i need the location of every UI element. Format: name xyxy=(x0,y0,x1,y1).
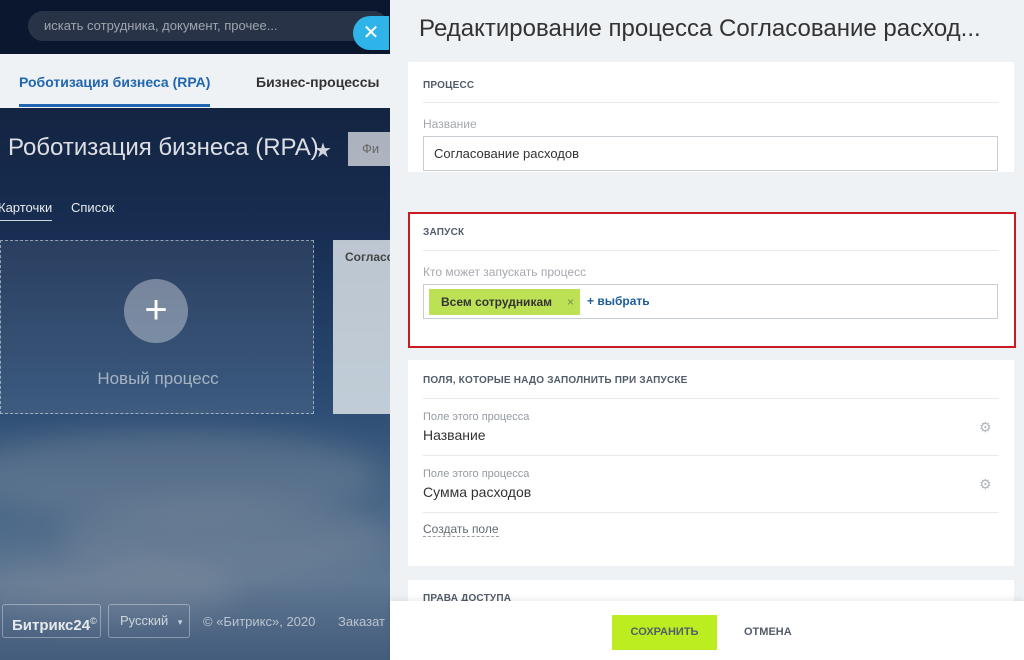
section-heading: ПОЛЯ, КОТОРЫЕ НАДО ЗАПОЛНИТЬ ПРИ ЗАПУСКЕ xyxy=(423,375,688,386)
gear-icon[interactable]: ⚙ xyxy=(979,419,992,436)
gear-icon[interactable]: ⚙ xyxy=(979,476,992,493)
view-tab-cards[interactable]: Карточки xyxy=(0,200,53,221)
order-link[interactable]: Заказат xyxy=(338,614,390,629)
brand-logo: Битрикс24© xyxy=(2,604,101,638)
button-bar: СОХРАНИТЬ ОТМЕНА xyxy=(390,601,1024,660)
divider xyxy=(423,512,999,513)
tab-rpa[interactable]: Роботизация бизнеса (RPA) xyxy=(19,74,211,107)
close-slider-button[interactable]: ✕ xyxy=(353,16,389,50)
section-heading: ПРОЦЕСС xyxy=(423,80,475,91)
field-caption: Поле этого процесса xyxy=(423,411,530,423)
field-caption: Поле этого процесса xyxy=(423,468,530,480)
tab-business-processes[interactable]: Бизнес-процессы xyxy=(256,74,379,90)
favorite-star-icon[interactable]: ★ xyxy=(314,138,332,163)
slider-title: Редактирование процесса Согласование рас… xyxy=(419,15,981,42)
brand-name: Битрикс24 xyxy=(12,617,91,634)
save-button[interactable]: СОХРАНИТЬ xyxy=(612,615,717,650)
footer: Битрикс24© Русский ▾ © «Битрикс», 2020 З… xyxy=(0,604,390,640)
highlight-frame xyxy=(408,212,1016,348)
process-section: ПРОЦЕСС Название Согласование расходов xyxy=(408,62,1014,172)
language-select[interactable]: Русский ▾ xyxy=(108,604,190,638)
divider xyxy=(423,102,999,103)
brand-mark: © xyxy=(90,616,97,626)
language-value: Русский xyxy=(120,613,169,628)
process-name-input[interactable]: Согласование расходов xyxy=(423,136,998,171)
cancel-button[interactable]: ОТМЕНА xyxy=(744,615,792,650)
name-label: Название xyxy=(423,117,477,131)
divider xyxy=(423,455,999,456)
field-name: Название xyxy=(423,427,486,443)
process-card[interactable]: Согласо xyxy=(333,240,393,414)
view-tab-list[interactable]: Список xyxy=(71,200,114,215)
launch-fields-section: ПОЛЯ, КОТОРЫЕ НАДО ЗАПОЛНИТЬ ПРИ ЗАПУСКЕ… xyxy=(408,360,1014,566)
copyright: © «Битрикс», 2020 xyxy=(203,614,316,629)
process-card-title: Согласо xyxy=(345,250,393,264)
page-title: Роботизация бизнеса (RPA) xyxy=(8,134,319,161)
plus-icon: + xyxy=(124,279,188,343)
top-bar: искать сотрудника, документ, прочее... xyxy=(0,0,390,54)
search-input[interactable]: искать сотрудника, документ, прочее... xyxy=(28,11,388,41)
chevron-down-icon: ▾ xyxy=(177,617,183,627)
field-name: Сумма расходов xyxy=(423,484,532,500)
close-icon: ✕ xyxy=(362,22,380,44)
new-process-card[interactable]: + Новый процесс xyxy=(0,240,314,414)
nav-tabs: Роботизация бизнеса (RPA) Бизнес-процесс… xyxy=(0,54,390,108)
divider xyxy=(423,398,999,399)
create-field-link[interactable]: Создать поле xyxy=(423,522,499,537)
new-process-label: Новый процесс xyxy=(97,369,219,388)
